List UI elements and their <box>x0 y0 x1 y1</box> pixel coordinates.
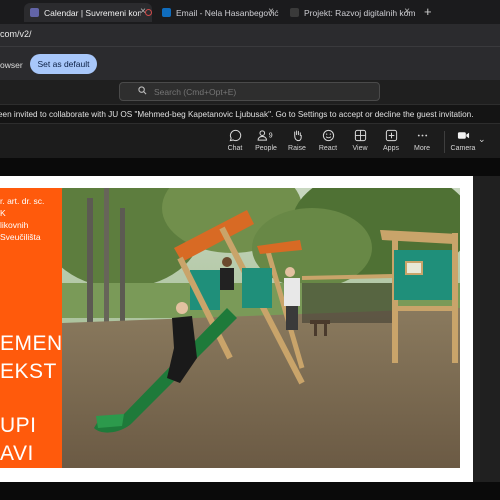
chat-icon <box>229 129 241 142</box>
tab-label: Projekt: Razvoj digitalnih kom <box>304 7 416 18</box>
slide-title-line: AVI <box>0 442 34 465</box>
slide-author-line: likovnih <box>0 220 29 230</box>
view-label: View <box>352 145 368 152</box>
teams-favicon-icon <box>30 8 39 17</box>
more-button[interactable]: More <box>406 129 438 152</box>
slide-title-panel: r. art. dr. sc. K likovnih Sveučilišta E… <box>0 188 62 468</box>
document-favicon-icon <box>290 8 299 17</box>
camera-label: Camera <box>450 145 476 152</box>
search-icon <box>138 86 147 95</box>
url-text[interactable]: com/v2/ <box>0 29 32 39</box>
default-browser-bar: owser Set as default <box>0 46 500 80</box>
chevron-down-icon[interactable]: ⌄ <box>478 134 486 145</box>
raise-hand-icon <box>293 130 302 142</box>
search-input[interactable] <box>119 82 380 101</box>
meeting-toolbar: Chat 9 People Raise React View Apps More… <box>0 124 500 158</box>
close-tab-icon[interactable]: × <box>140 6 146 17</box>
camera-icon <box>457 132 469 139</box>
raise-label: Raise <box>288 145 306 152</box>
add-app-icon <box>385 129 397 142</box>
slide-author-line: Sveučilišta <box>0 232 41 242</box>
view-button[interactable]: View <box>344 129 376 152</box>
people-button[interactable]: 9 People <box>250 129 282 152</box>
slide-playground-photo <box>62 188 460 468</box>
address-bar[interactable]: com/v2/ <box>0 24 500 46</box>
react-button[interactable]: React <box>312 129 344 152</box>
more-dots-icon <box>417 134 427 137</box>
tab-calendar[interactable]: Calendar | Suvremeni kon × <box>24 3 152 22</box>
slide-title-line: UPI <box>0 414 37 437</box>
slide-title-line: EMENI <box>0 332 62 355</box>
react-label: React <box>318 145 338 152</box>
recording-indicator-icon <box>145 9 152 16</box>
camera-button[interactable]: Camera <box>447 129 479 152</box>
smiley-icon <box>322 129 334 142</box>
tab-projekt[interactable]: Projekt: Razvoj digitalnih kom × <box>284 3 416 22</box>
tab-email[interactable]: Email - Nela Hasanbegović - × <box>156 3 280 22</box>
close-tab-icon[interactable]: × <box>404 6 410 17</box>
raise-hand-button[interactable]: Raise <box>281 129 313 152</box>
chat-label: Chat <box>227 145 243 152</box>
slide-author-line: K <box>0 208 6 218</box>
new-tab-button[interactable]: + <box>424 4 432 19</box>
close-tab-icon[interactable]: × <box>268 6 274 17</box>
tab-label: Calendar | Suvremeni kon <box>44 7 142 18</box>
tab-label: Email - Nela Hasanbegović - <box>176 7 280 18</box>
apps-button[interactable]: Apps <box>375 129 407 152</box>
people-count: 9 <box>269 132 273 139</box>
set-as-default-button[interactable]: Set as default <box>30 54 97 74</box>
slide-title-line: EKST I <box>0 360 62 383</box>
people-label: People <box>255 145 277 152</box>
apps-label: Apps <box>383 145 399 152</box>
grid-view-icon <box>354 129 366 142</box>
browser-tab-strip: Calendar | Suvremeni kon × Email - Nela … <box>0 0 500 24</box>
toolbar-divider <box>444 131 445 153</box>
teams-title-bar <box>0 80 500 104</box>
more-label: More <box>414 145 430 152</box>
guest-invitation-banner: een invited to collaborate with JU OS "M… <box>0 104 500 124</box>
default-browser-message: owser <box>0 60 23 70</box>
guest-invitation-text: een invited to collaborate with JU OS "M… <box>0 110 474 119</box>
outlook-favicon-icon <box>162 8 171 17</box>
people-icon: 9 <box>257 130 273 141</box>
slide-author-line: r. art. dr. sc. <box>0 196 45 206</box>
chat-button[interactable]: Chat <box>219 129 251 152</box>
playground-image <box>62 188 460 468</box>
stage-side-strip <box>473 176 500 482</box>
